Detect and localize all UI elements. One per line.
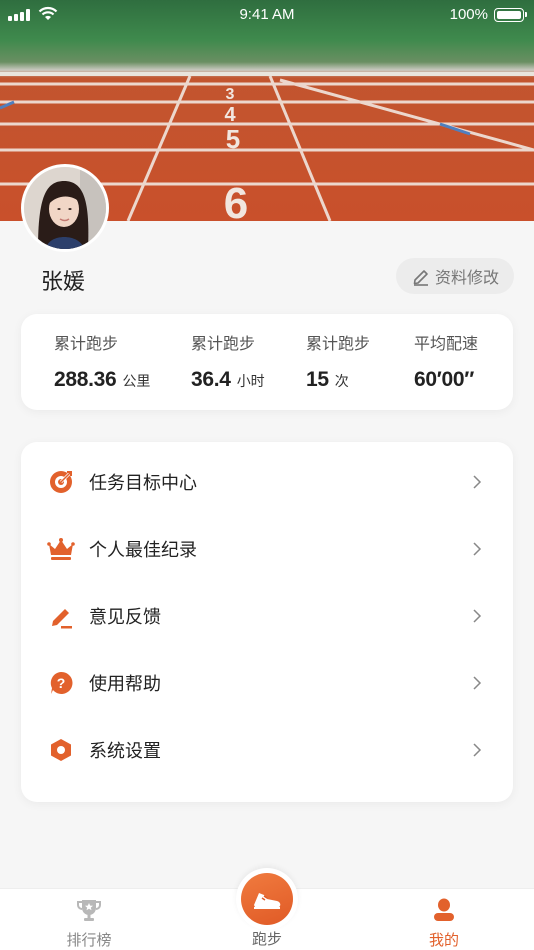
stat-average-pace: 平均配速 60′00″ — [414, 330, 478, 392]
menu-item-settings[interactable]: 系统设置 — [21, 716, 513, 783]
tab-mine[interactable]: 我的 — [384, 889, 504, 950]
target-icon — [47, 468, 75, 496]
menu-item-feedback[interactable]: 意见反馈 — [21, 582, 513, 649]
chevron-right-icon — [473, 541, 482, 556]
tab-ranking[interactable]: 排行榜 — [29, 889, 149, 950]
edit-profile-label: 资料修改 — [434, 268, 499, 287]
battery-icon — [494, 8, 527, 22]
svg-text:4: 4 — [224, 104, 236, 126]
stat-label: 累计跑步 — [306, 334, 371, 353]
tab-run-label: 跑步 — [251, 930, 282, 948]
stat-label: 平均配速 — [414, 334, 479, 353]
menu-item-label: 系统设置 — [89, 740, 161, 762]
settings-icon — [47, 736, 75, 764]
edit-profile-button[interactable]: 资料修改 — [396, 258, 514, 294]
menu-item-label: 任务目标中心 — [89, 472, 197, 494]
svg-text:3: 3 — [226, 86, 235, 103]
stat-value: 288.36 — [54, 368, 117, 391]
status-bar: 9:41 AM 100% — [0, 0, 534, 30]
stat-total-distance: 累计跑步 288.36 公里 — [54, 330, 150, 392]
chevron-right-icon — [473, 742, 482, 757]
chevron-right-icon — [473, 474, 482, 489]
svg-text:6: 6 — [224, 179, 248, 221]
user-icon — [384, 897, 504, 925]
svg-text:?: ? — [57, 675, 66, 691]
running-shoe-icon — [254, 893, 281, 909]
menu-item-tasks[interactable]: 任务目标中心 — [21, 448, 513, 515]
menu-item-records[interactable]: 个人最佳纪录 — [21, 515, 513, 582]
crown-icon — [47, 535, 75, 563]
help-icon: ? — [47, 669, 75, 697]
menu-item-help[interactable]: ? 使用帮助 — [21, 649, 513, 716]
stat-unit: 公里 — [122, 374, 151, 390]
stat-value: 15 — [306, 368, 329, 391]
stat-value: 60′00″ — [414, 368, 475, 391]
stat-unit: 小时 — [236, 374, 265, 390]
menu-item-label: 个人最佳纪录 — [89, 539, 197, 561]
stats-card: 累计跑步 288.36 公里 累计跑步 36.4 小时 累计跑步 15 次 平均配速 … — [21, 314, 513, 410]
trophy-icon — [29, 897, 149, 925]
pencil-icon — [47, 602, 75, 630]
stat-label: 累计跑步 — [54, 334, 119, 353]
svg-text:5: 5 — [226, 124, 240, 154]
chevron-right-icon — [473, 675, 482, 690]
tab-ranking-label: 排行榜 — [66, 931, 112, 949]
menu-item-label: 使用帮助 — [89, 673, 161, 695]
stat-value: 36.4 — [191, 368, 231, 391]
stat-unit: 次 — [334, 374, 349, 390]
user-name: 张媛 — [41, 270, 86, 295]
run-button[interactable] — [236, 868, 298, 930]
battery-percent: 100% — [449, 6, 488, 23]
stat-total-runs: 累计跑步 15 次 — [306, 330, 370, 392]
menu-item-label: 意见反馈 — [89, 606, 161, 628]
chevron-right-icon — [473, 608, 482, 623]
edit-icon — [413, 270, 428, 286]
tab-mine-label: 我的 — [428, 931, 459, 949]
stat-total-hours: 累计跑步 36.4 小时 — [191, 330, 265, 392]
stat-label: 累计跑步 — [191, 334, 256, 353]
menu-card: 任务目标中心 个人最佳纪录 意见反馈 ? 使用帮助 系统设置 — [21, 442, 513, 802]
avatar[interactable] — [21, 164, 109, 252]
